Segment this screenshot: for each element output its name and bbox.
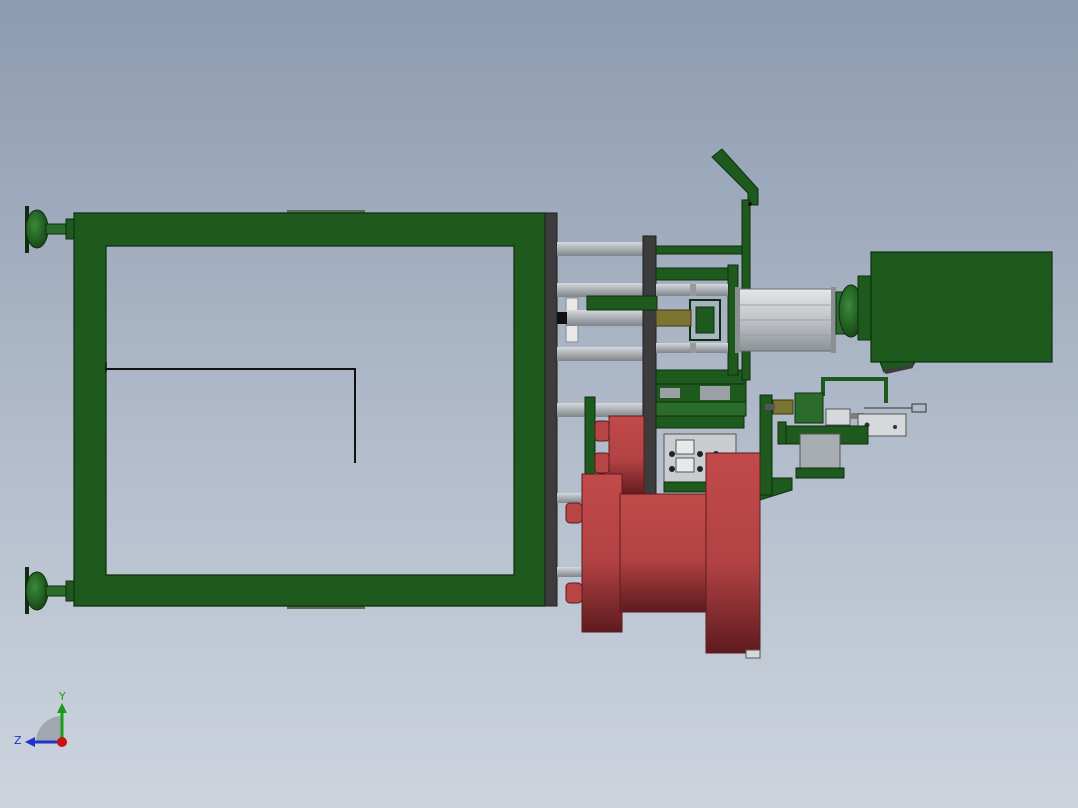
model-part [697, 466, 703, 472]
pneumatic-cylinder[interactable] [735, 287, 836, 353]
motor-housing[interactable] [870, 251, 1053, 374]
guide-rod [557, 242, 645, 256]
model-part [825, 408, 851, 426]
model-part [619, 493, 711, 613]
cad-viewport[interactable]: Y Z [0, 0, 1078, 808]
model-part [594, 452, 610, 474]
model-part [777, 421, 787, 445]
guide-rod [557, 403, 645, 417]
model-part [45, 223, 69, 235]
x-axis-icon [57, 737, 67, 747]
guide-rod [557, 283, 645, 297]
model-part [690, 343, 696, 353]
model-part [25, 737, 35, 747]
inner-bracket-line [106, 368, 356, 463]
roller-large[interactable] [565, 452, 761, 659]
model-part [748, 202, 752, 206]
model-part [745, 649, 761, 659]
model-part [697, 451, 703, 457]
y-axis-label: Y [58, 690, 66, 703]
model-part [25, 209, 49, 249]
model-part [893, 425, 897, 429]
model-part [911, 403, 927, 413]
model-part [799, 433, 841, 469]
model-part [581, 473, 623, 633]
model-part [660, 388, 680, 398]
frame-end-plate [544, 212, 558, 607]
model-part [795, 467, 845, 479]
model-part [711, 148, 759, 206]
model-part [857, 275, 873, 341]
model-part [669, 466, 675, 472]
model-part [655, 267, 737, 281]
model-part [566, 310, 646, 326]
orientation-triad: Y Z [14, 690, 67, 747]
main-frame[interactable] [73, 210, 558, 609]
model-part [565, 502, 583, 524]
model-part [870, 251, 1053, 363]
model-part [765, 404, 775, 410]
model-part [594, 420, 610, 442]
model-part [586, 295, 658, 311]
model-part [655, 415, 745, 429]
model-part [565, 582, 583, 604]
frame-outer [73, 212, 546, 607]
machine-assembly-model[interactable]: Y Z [0, 0, 1078, 808]
model-part [831, 287, 836, 353]
model-part [700, 386, 730, 400]
model-part [45, 585, 69, 597]
guide-rod [557, 347, 645, 361]
model-part [557, 312, 567, 324]
z-axis-label: Z [14, 734, 22, 747]
leveling-foot-top[interactable] [25, 206, 75, 253]
model-part [655, 245, 747, 255]
model-part [65, 218, 75, 240]
model-part [690, 284, 696, 296]
model-part [794, 392, 824, 424]
model-part [821, 377, 888, 403]
model-part [25, 571, 49, 611]
model-part [695, 306, 715, 334]
model-part [642, 235, 657, 495]
leveling-foot-bottom[interactable] [25, 567, 75, 614]
motor-coupling[interactable] [835, 275, 873, 341]
model-part [675, 439, 695, 455]
model-part [65, 580, 75, 602]
model-part [705, 452, 761, 654]
triad-plane-icon [36, 716, 62, 742]
sensor-assembly[interactable] [765, 377, 927, 479]
model-part [57, 703, 67, 713]
model-part [735, 287, 740, 353]
model-part [655, 309, 692, 327]
model-part [584, 396, 596, 478]
model-part [655, 401, 747, 417]
model-part [669, 451, 675, 457]
model-part [772, 399, 794, 415]
model-part [675, 457, 695, 473]
